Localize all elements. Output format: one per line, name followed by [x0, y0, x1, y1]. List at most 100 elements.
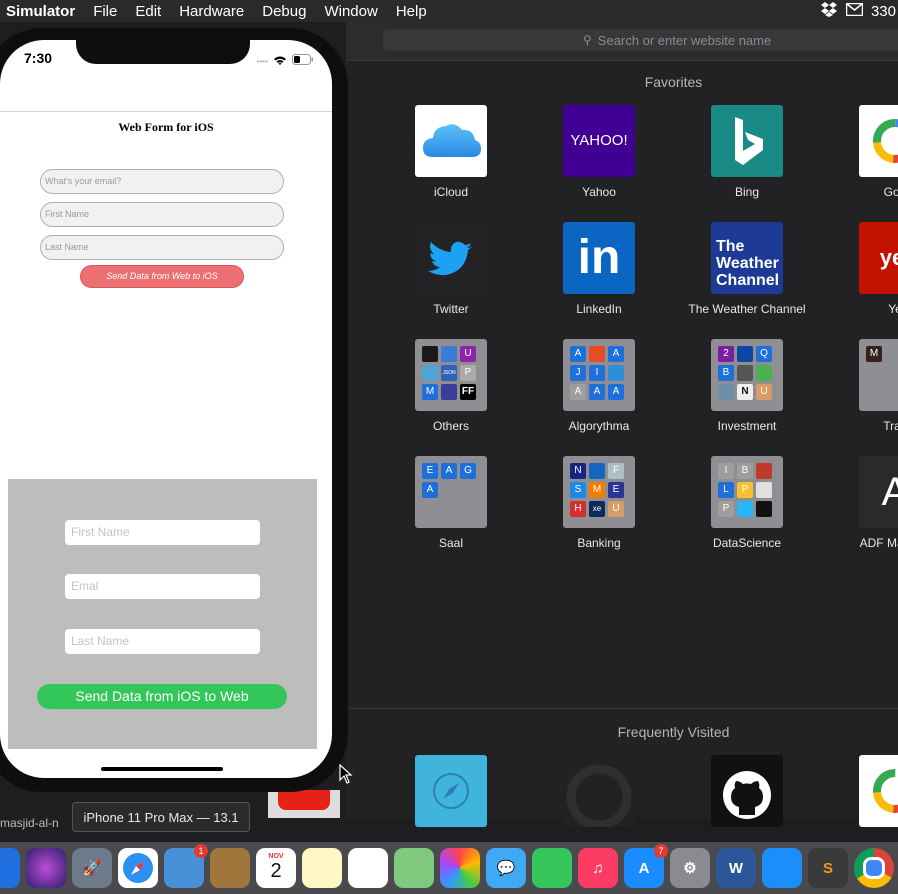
folder-cell: B [737, 463, 753, 479]
favorite-weather-channel[interactable]: The Weather Channel The Weather Channel [673, 222, 821, 316]
favorite-label: DataScience [712, 536, 782, 550]
navbar-separator [0, 111, 332, 112]
favorite-folder-algorythma[interactable]: A A J I A A A Algorythma [525, 339, 673, 433]
menu-app-simulator[interactable]: Simulator [0, 3, 84, 20]
favorite-folder-others[interactable]: U JSON P M FF Others [377, 339, 525, 433]
folder-cell [589, 346, 605, 362]
favorite-yelp[interactable]: yel Ye [821, 222, 898, 316]
twitter-icon [415, 222, 487, 294]
mouse-cursor-icon [339, 763, 353, 789]
facetime-icon[interactable] [532, 848, 572, 888]
calendar-day: 2 [270, 860, 282, 882]
address-placeholder: Search or enter website name [597, 32, 772, 48]
safari-compass-icon[interactable] [118, 848, 158, 888]
menu-edit[interactable]: Edit [126, 3, 170, 20]
favorite-label: Others [432, 419, 469, 433]
reminders-icon[interactable] [348, 848, 388, 888]
web-last-name-input[interactable]: Last Name [40, 235, 284, 260]
folder-cell: E [608, 482, 624, 498]
folder-cell [737, 346, 753, 362]
folder-cell [441, 346, 457, 362]
xcode-icon[interactable] [762, 848, 802, 888]
favorite-label: Banking [577, 536, 621, 550]
folder-cell: A [422, 482, 438, 498]
favorite-label: Yahoo [582, 185, 616, 199]
calendar-icon[interactable]: NOV 2 [256, 848, 296, 888]
folder-icon: 2 Q B N U [711, 339, 783, 411]
google-icon [859, 105, 898, 177]
favorite-folder-banking[interactable]: N F S M E H xe U Banking [525, 456, 673, 550]
messages-icon[interactable]: 💬 [486, 848, 526, 888]
menu-window[interactable]: Window [315, 3, 386, 20]
favorite-bing[interactable]: Bing [673, 105, 821, 199]
mail-stamp-icon[interactable]: 1 [164, 844, 208, 888]
sublime-text-icon[interactable]: S [808, 848, 848, 888]
folder-icon: I B L P P [711, 456, 783, 528]
favorite-folder-saal[interactable]: E A G A Saal [377, 456, 525, 550]
folder-cell [589, 463, 605, 479]
folder-cell [756, 501, 772, 517]
folder-cell: P [737, 482, 753, 498]
safari-toolbar: ⚲ Search or enter website name [346, 22, 898, 61]
favorite-label: Algorythma [568, 419, 630, 433]
frequent-safari[interactable] [377, 755, 525, 827]
favorite-icloud[interactable]: iCloud [377, 105, 525, 199]
system-preferences-icon[interactable]: ⚙ [670, 848, 710, 888]
web-first-name-input[interactable]: First Name [40, 202, 284, 227]
menu-file[interactable]: File [84, 3, 126, 20]
folder-cell: xe [589, 501, 605, 517]
favorite-yahoo[interactable]: YAHOO! Yahoo [525, 105, 673, 199]
frequent-google[interactable] [821, 755, 898, 827]
folder-cell [422, 365, 438, 381]
send-ios-to-web-button[interactable]: Send Data from iOS to Web [37, 684, 287, 709]
mail-status-icon[interactable] [845, 2, 864, 20]
siri-icon[interactable] [26, 848, 66, 888]
favorite-label: Goo [883, 185, 898, 199]
folder-cell: H [570, 501, 586, 517]
folder-cell [422, 346, 438, 362]
favorite-linkedin[interactable]: in LinkedIn [525, 222, 673, 316]
folder-cell: I [718, 463, 734, 479]
chrome-icon[interactable] [854, 848, 894, 888]
finder-icon[interactable] [0, 848, 20, 888]
favorite-google[interactable]: Goo [821, 105, 898, 199]
dropbox-icon[interactable] [820, 1, 838, 21]
favorite-twitter[interactable]: Twitter [377, 222, 525, 316]
frequent-github[interactable] [673, 755, 821, 827]
folder-cell: A [608, 346, 624, 362]
folder-cell: A [570, 384, 586, 400]
home-indicator[interactable] [101, 767, 223, 771]
favorite-folder-investment[interactable]: 2 Q B N U Investment [673, 339, 821, 433]
folder-icon: M [859, 339, 898, 411]
simulator-device-tooltip: iPhone 11 Pro Max — 13.1 [72, 802, 250, 832]
native-last-name-input[interactable]: Last Name [65, 629, 260, 654]
favorite-folder-travel[interactable]: M Trav [821, 339, 898, 433]
music-icon[interactable]: ♫ [578, 848, 618, 888]
frequent-loading[interactable] [525, 755, 673, 827]
photos-icon[interactable] [440, 848, 480, 888]
launchpad-icon[interactable]: 🚀 [72, 848, 112, 888]
menu-help[interactable]: Help [387, 3, 436, 20]
folder-cell [737, 501, 753, 517]
weather-channel-icon: The Weather Channel [711, 222, 783, 294]
menu-bar: Simulator File Edit Hardware Debug Windo… [0, 0, 898, 22]
send-web-to-ios-button[interactable]: Send Data from Web to iOS [80, 265, 244, 288]
native-email-input[interactable]: Emal [65, 574, 260, 599]
notes-icon[interactable] [302, 848, 342, 888]
favorite-label: Investment [717, 419, 777, 433]
folder-icon: E A G A [415, 456, 487, 528]
contacts-icon[interactable] [210, 848, 250, 888]
favorite-folder-datascience[interactable]: I B L P P DataScience [673, 456, 821, 550]
favorite-adf[interactable]: A ADF Manage [821, 456, 898, 550]
app-store-icon[interactable]: A 7 [624, 844, 668, 888]
word-icon[interactable]: W [716, 848, 756, 888]
mail-badge: 1 [194, 844, 208, 858]
frequently-visited-title: Frequently Visited [617, 724, 730, 740]
menu-hardware[interactable]: Hardware [170, 3, 253, 20]
web-email-input[interactable]: What's your email? [40, 169, 284, 194]
folder-cell: G [460, 463, 476, 479]
menu-debug[interactable]: Debug [253, 3, 315, 20]
address-bar[interactable]: ⚲ Search or enter website name [383, 29, 898, 51]
maps-icon[interactable] [394, 848, 434, 888]
native-first-name-input[interactable]: First Name [65, 520, 260, 545]
